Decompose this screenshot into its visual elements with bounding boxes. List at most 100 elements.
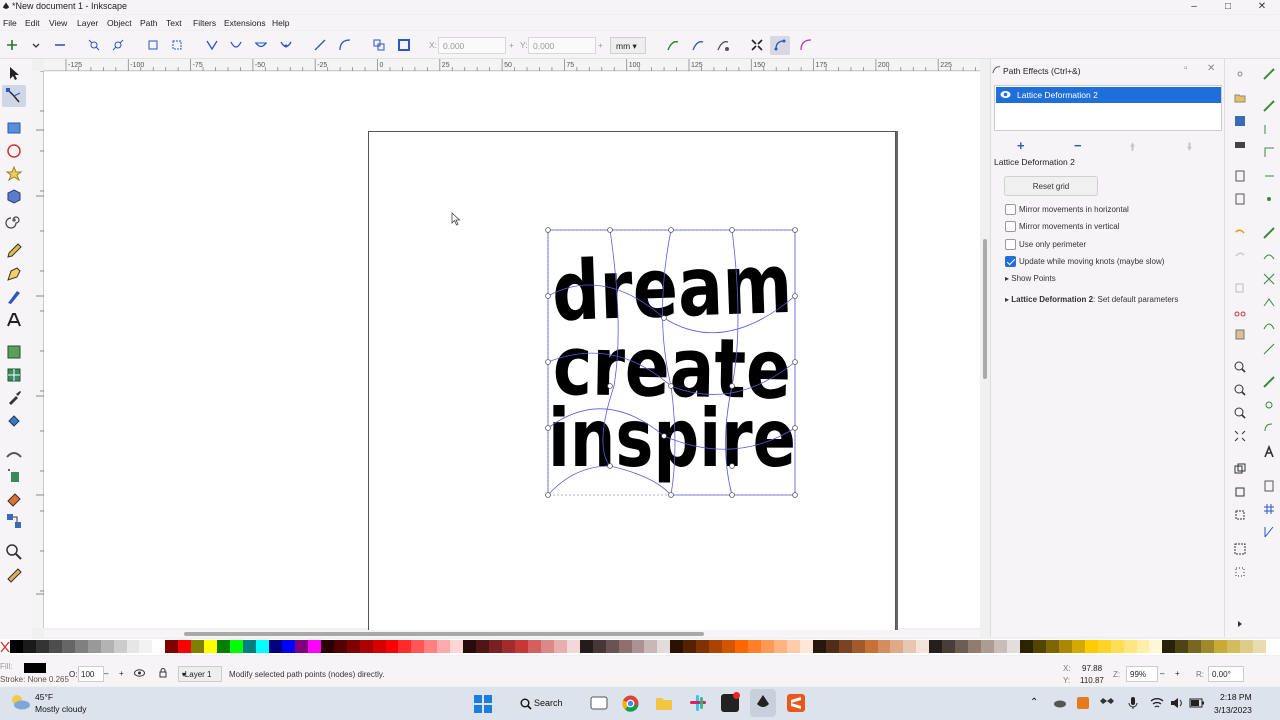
reset-grid-button[interactable]: Reset grid (1004, 176, 1098, 196)
color-swatch[interactable] (1084, 640, 1098, 653)
zoom-field[interactable]: 99% (1126, 666, 1158, 682)
update-while-moving-checkbox[interactable] (1005, 256, 1016, 267)
color-swatch[interactable] (424, 640, 438, 653)
move-down-arrow-icon[interactable]: 🠛 (1187, 140, 1192, 157)
dropbox-icon[interactable] (1100, 696, 1114, 710)
zoom-selection-icon[interactable] (1233, 360, 1247, 374)
stroke-to-path-icon[interactable] (397, 38, 411, 52)
color-swatch[interactable] (1201, 640, 1215, 653)
chevron-down-icon[interactable] (29, 38, 43, 52)
color-swatch[interactable] (799, 640, 813, 653)
windows-start-icon[interactable] (474, 695, 492, 713)
color-swatch[interactable] (22, 640, 36, 653)
show-path-outline-icon[interactable] (799, 38, 813, 52)
rectangle-tool-icon[interactable] (5, 119, 23, 137)
color-swatch[interactable] (864, 640, 878, 653)
volume-icon[interactable] (1170, 697, 1184, 709)
color-swatch[interactable] (307, 640, 321, 653)
color-swatch[interactable] (1071, 640, 1085, 653)
color-swatch[interactable] (359, 640, 373, 653)
color-swatch[interactable] (502, 640, 516, 653)
color-swatch[interactable] (618, 640, 632, 653)
y-coordinate-field[interactable]: 0.000 (528, 37, 596, 54)
color-swatch[interactable] (553, 640, 567, 653)
color-swatch[interactable] (294, 640, 308, 653)
color-swatch[interactable] (1253, 640, 1267, 653)
color-swatch[interactable] (35, 640, 49, 653)
layer-visibility-icon[interactable] (134, 669, 145, 677)
spray-tool-icon[interactable] (5, 466, 23, 484)
color-swatch[interactable] (709, 640, 723, 653)
color-swatch[interactable] (942, 640, 956, 653)
zoom-width-icon[interactable] (1233, 429, 1247, 443)
color-swatch[interactable] (955, 640, 969, 653)
color-swatch[interactable] (152, 640, 166, 653)
onedrive-cloud-icon[interactable] (1053, 698, 1067, 708)
color-swatch[interactable] (1019, 640, 1033, 653)
snap-nodes-icon[interactable] (1262, 226, 1276, 240)
menu-view[interactable]: View (49, 18, 67, 28)
copy-icon[interactable] (1233, 281, 1247, 295)
snap-page-icon[interactable] (1262, 479, 1276, 493)
menu-file[interactable]: File (3, 18, 17, 28)
color-swatch[interactable] (812, 640, 826, 653)
color-swatch[interactable] (527, 640, 541, 653)
sublime-text-icon[interactable] (787, 694, 805, 712)
vertical-scroll-thumb[interactable] (983, 239, 987, 379)
layer-lock-icon[interactable] (159, 668, 167, 678)
color-swatch[interactable] (48, 640, 62, 653)
color-swatch[interactable] (1123, 640, 1137, 653)
delete-segment-icon[interactable] (170, 38, 184, 52)
selector-tool-icon[interactable] (5, 65, 23, 83)
cut-icon[interactable] (1233, 304, 1247, 318)
color-swatch[interactable] (838, 640, 852, 653)
panel-close-icon[interactable]: ✕ (1207, 63, 1215, 74)
color-swatch[interactable] (476, 640, 490, 653)
save-icon[interactable] (1233, 114, 1247, 128)
eraser-tool-icon[interactable] (5, 489, 23, 507)
delete-node-icon[interactable] (53, 38, 67, 52)
opacity-field[interactable]: 100 (78, 666, 104, 682)
color-swatch[interactable] (1110, 640, 1124, 653)
mesh-tool-icon[interactable] (5, 366, 23, 384)
snap-bbox-center-icon[interactable] (1262, 192, 1276, 206)
x-coordinate-field[interactable]: 0.000 (438, 37, 506, 54)
ellipse-tool-icon[interactable] (5, 142, 23, 160)
eye-visibility-icon[interactable] (1000, 90, 1011, 99)
battery-icon[interactable] (1189, 698, 1205, 708)
join-segment-icon[interactable] (146, 38, 160, 52)
snap-bbox-midpoint-icon[interactable] (1262, 169, 1276, 183)
color-swatch[interactable] (1045, 640, 1059, 653)
mirror-horizontal-checkbox[interactable] (1005, 204, 1016, 215)
weather-cloud-icon[interactable] (9, 694, 31, 710)
microphone-icon[interactable] (1128, 696, 1138, 710)
inkscape-taskbar-button[interactable] (750, 689, 776, 717)
unit-select[interactable]: mm ▾ (610, 37, 646, 54)
color-swatch[interactable] (437, 640, 451, 653)
more-commands-icon[interactable] (1235, 619, 1245, 629)
snap-others-icon[interactable] (1262, 375, 1276, 389)
color-swatch[interactable] (890, 640, 904, 653)
menu-path[interactable]: Path (140, 18, 158, 28)
connector-tool-icon[interactable] (5, 512, 23, 530)
snap-bbox-icon[interactable] (1262, 99, 1276, 113)
undo-icon[interactable] (1233, 226, 1247, 240)
color-swatch[interactable] (748, 640, 762, 653)
color-swatch[interactable] (1227, 640, 1241, 653)
snap-paths-icon[interactable] (1262, 249, 1276, 263)
chrome-icon[interactable] (622, 695, 639, 712)
color-swatch[interactable] (579, 640, 593, 653)
color-swatch[interactable] (178, 640, 192, 653)
break-path-icon[interactable] (111, 38, 125, 52)
color-swatch[interactable] (126, 640, 140, 653)
snap-intersections-icon[interactable] (1262, 272, 1276, 286)
color-swatch[interactable] (346, 640, 360, 653)
color-swatch[interactable] (592, 640, 606, 653)
color-swatch[interactable] (929, 640, 943, 653)
horizontal-scrollbar[interactable] (44, 630, 980, 638)
color-swatch[interactable] (1175, 640, 1189, 653)
file-explorer-icon[interactable] (655, 695, 673, 711)
ungroup-icon[interactable] (1233, 565, 1247, 579)
color-swatch[interactable] (514, 640, 528, 653)
color-swatch[interactable] (644, 640, 658, 653)
